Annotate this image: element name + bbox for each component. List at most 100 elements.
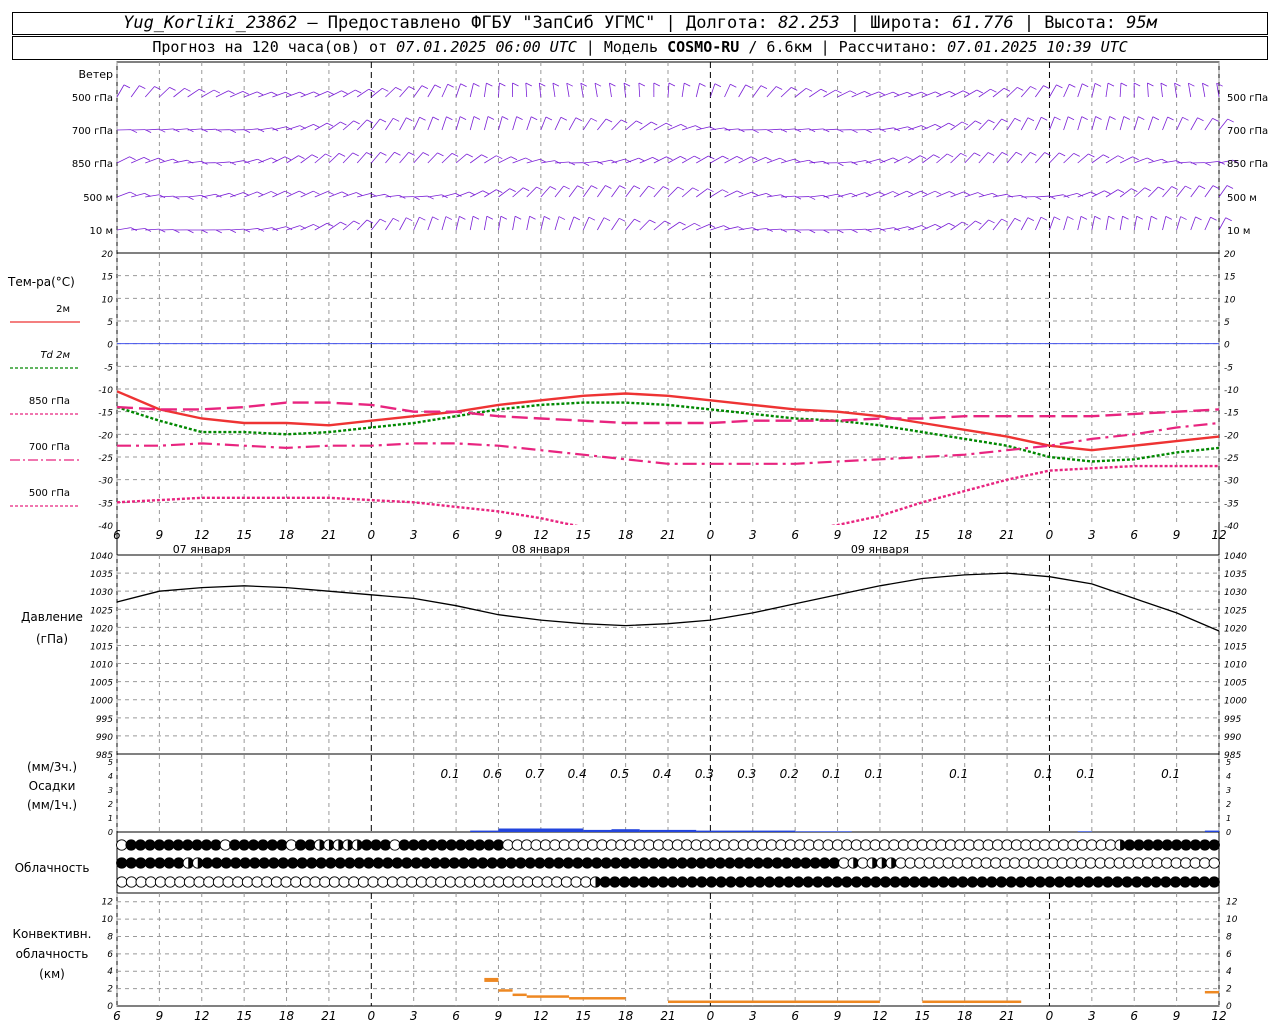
cloud-symbol	[511, 839, 523, 851]
cloud-symbol	[897, 839, 910, 851]
wind-barb	[526, 216, 530, 231]
wind-barb-feather	[325, 153, 332, 158]
wind-barb	[568, 117, 577, 131]
time-tick-mid: 6	[1130, 528, 1138, 542]
wind-barb	[244, 191, 258, 198]
cloud-symbol	[752, 857, 764, 869]
wind-barb-feather	[512, 82, 519, 87]
wind-barb-feather	[976, 89, 984, 94]
precip-value-label: 0.1	[1161, 767, 1180, 781]
wind-barb	[893, 190, 907, 198]
cloud-symbol	[524, 857, 536, 869]
wind-barb	[173, 128, 188, 131]
cloud-symbol	[657, 857, 669, 869]
temp-tick-right: -5	[1224, 363, 1233, 373]
cloud-symbol	[389, 839, 401, 851]
precip-bar	[639, 829, 697, 832]
time-tick-bottom: 6	[1130, 1009, 1138, 1023]
cloud-symbol	[420, 857, 432, 869]
wind-barb	[936, 122, 949, 131]
wind-barb	[1077, 83, 1083, 98]
wind-barb	[950, 90, 964, 98]
wind-barb	[1006, 87, 1018, 98]
wind-barb	[455, 116, 461, 131]
wind-barb	[823, 193, 838, 198]
cloud-symbol	[899, 876, 911, 888]
wind-barb-feather	[496, 155, 503, 160]
wind-barb	[1190, 185, 1200, 198]
wind-barb	[992, 118, 1002, 131]
wind-barb-feather	[1069, 83, 1076, 88]
precip-value-label: 0.1	[441, 767, 460, 781]
wind-level-label-right: 500 м	[1227, 193, 1257, 204]
pressure-tick-left: 1000	[90, 697, 113, 707]
cloud-symbol	[728, 839, 740, 851]
wind-barb	[356, 119, 368, 131]
cloud-symbol	[379, 839, 392, 851]
wind-barb-feather	[722, 189, 729, 194]
cloud-symbol	[990, 857, 1002, 869]
wind-barb-feather	[751, 156, 758, 161]
wind-barb	[681, 155, 695, 164]
wind-barb-feather	[143, 157, 151, 161]
precip-tick-right: 0	[1226, 828, 1231, 837]
conv-segment	[484, 977, 499, 982]
cloud-symbol	[296, 857, 308, 869]
wind-barb	[201, 193, 216, 198]
cloud-symbol	[515, 857, 527, 869]
pressure-tick-right: 1020	[1224, 624, 1247, 634]
cloud-symbol	[172, 839, 184, 851]
wind-barb	[215, 161, 230, 164]
cloud-symbol	[1142, 857, 1154, 869]
wind-barb	[724, 84, 731, 98]
wind-barb-feather	[907, 91, 914, 96]
cloud-symbol	[1067, 839, 1079, 851]
wind-barb	[1133, 187, 1146, 198]
wind-barb-feather	[680, 155, 687, 160]
wind-barb	[300, 154, 313, 164]
temp-tick-right: -25	[1224, 454, 1239, 464]
cloud-symbol	[406, 876, 418, 888]
wind-barb	[314, 91, 328, 98]
pressure-tick-left: 1005	[90, 679, 113, 689]
cloud-symbol	[1010, 839, 1023, 851]
wind-barb-feather	[765, 157, 772, 161]
cloud-symbol	[435, 876, 447, 888]
wind-barb	[356, 88, 370, 98]
wind-barb	[399, 152, 409, 164]
wind-barb	[272, 156, 286, 164]
cloud-symbol	[464, 876, 476, 888]
cloud-symbol	[203, 876, 215, 888]
wind-barb-feather	[946, 153, 954, 158]
wind-barb	[455, 83, 461, 98]
conv-segment	[498, 989, 513, 992]
wind-barb	[116, 191, 131, 198]
cloud-symbol	[1208, 839, 1220, 851]
cloud-symbol	[425, 876, 437, 888]
wind-barb	[483, 116, 489, 131]
cloud-symbol	[1018, 857, 1030, 869]
wind-barb	[695, 83, 700, 98]
wind-barb	[582, 118, 592, 131]
wind-barb-feather	[406, 217, 413, 222]
wind-barb-feather	[1080, 216, 1088, 220]
wind-barb	[187, 128, 202, 131]
time-tick-mid: 15	[576, 528, 591, 542]
time-tick-bottom: 6	[791, 1009, 799, 1023]
time-tick-bottom: 12	[533, 1009, 548, 1023]
time-tick-bottom: 0	[707, 1009, 715, 1023]
time-tick-mid: 21	[660, 528, 675, 542]
wind-barb	[356, 219, 368, 231]
wind-barb-feather	[736, 190, 744, 195]
wind-barb	[286, 155, 299, 164]
wind-barb	[272, 126, 287, 131]
temp-tick-right: 5	[1224, 318, 1230, 328]
wind-barb-feather	[892, 91, 900, 96]
cloud-symbol	[1161, 839, 1173, 851]
precip-value-label: 0.1	[864, 767, 883, 781]
cloud-symbol	[363, 857, 375, 869]
wind-barb-feather	[1151, 215, 1158, 220]
time-tick-bottom: 15	[576, 1009, 591, 1023]
wind-barb-feather	[1227, 118, 1234, 123]
wind-barb	[1162, 186, 1173, 198]
